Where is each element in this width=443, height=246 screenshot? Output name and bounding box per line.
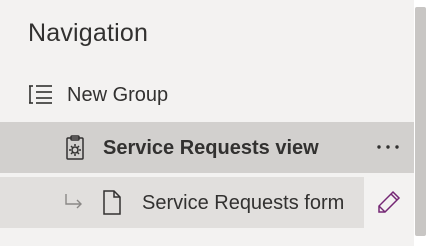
nav-item-label: Service Requests form	[142, 192, 345, 214]
nav-item-label: New Group	[67, 84, 169, 106]
nav-group-new-group[interactable]: New Group	[0, 74, 414, 118]
sub-item-arrow-icon	[64, 193, 84, 216]
edit-pencil-icon	[378, 190, 401, 213]
navigation-panel: Navigation New Group Service Requests vi…	[0, 0, 414, 246]
edit-button[interactable]	[364, 177, 414, 228]
list-icon	[28, 83, 54, 110]
nav-item-label: Service Requests view	[103, 137, 319, 159]
vertical-scrollbar[interactable]	[414, 0, 443, 246]
scrollbar-thumb[interactable]	[415, 7, 426, 236]
clipboard-settings-icon	[65, 135, 85, 166]
page-icon	[102, 190, 122, 220]
nav-item-service-requests-view[interactable]: Service Requests view	[0, 122, 414, 173]
panel-title: Navigation	[28, 19, 149, 47]
nav-item-service-requests-form[interactable]: Service Requests form	[0, 177, 414, 228]
more-horizontal-icon[interactable]	[373, 131, 403, 161]
